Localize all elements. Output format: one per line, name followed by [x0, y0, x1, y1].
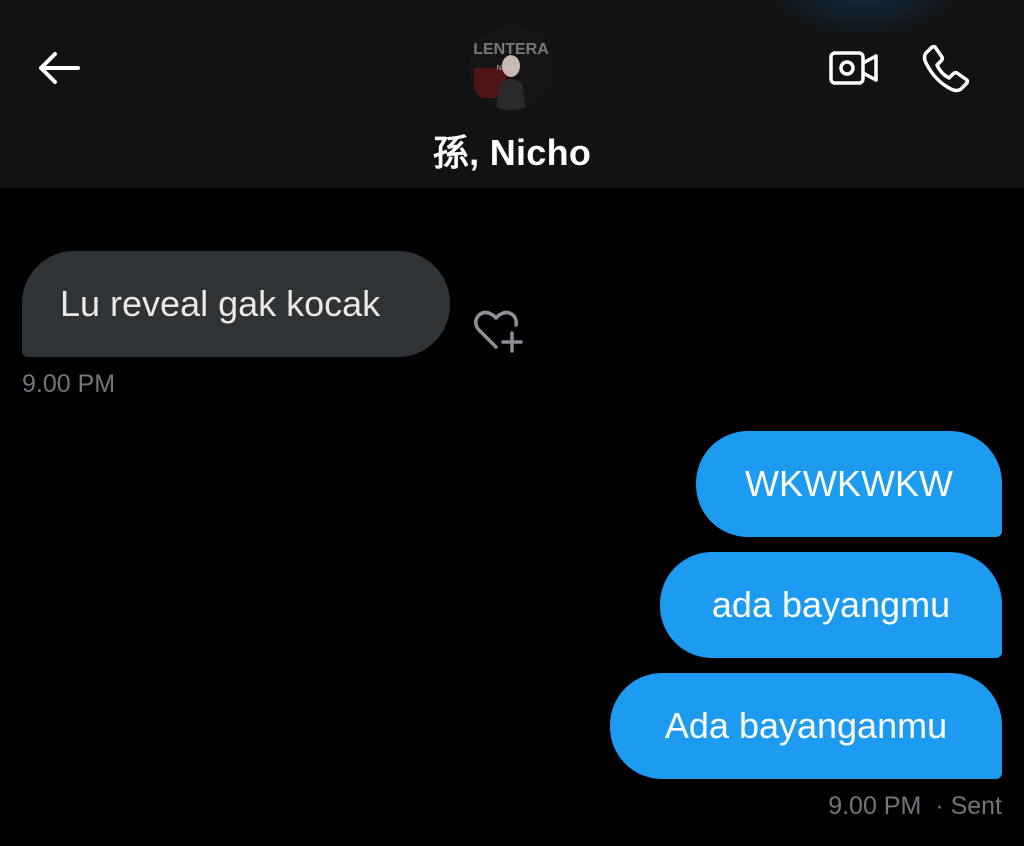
message-text: WKWKWKW [745, 463, 953, 504]
svg-text:LENTERA: LENTERA [473, 41, 549, 58]
message-timestamp: 9.00 PM [828, 792, 922, 820]
back-button[interactable] [30, 44, 86, 92]
delivery-status: · Sent [935, 792, 1002, 820]
sent-message-bubble[interactable]: Ada bayanganmu [610, 673, 1002, 779]
video-call-icon [829, 51, 878, 85]
message-text: Lu reveal gak kocak [60, 283, 381, 324]
conversation-header: LENTERA NICHO 孫, Nicho [0, 0, 1024, 188]
sent-message-meta: 9.00 PM · Sent [828, 792, 1002, 821]
heart-plus-icon [474, 310, 523, 353]
received-message-bubble[interactable]: Lu reveal gak kocak [22, 251, 450, 357]
avatar[interactable]: LENTERA NICHO [468, 24, 554, 110]
dm-conversation-screen: LENTERA NICHO 孫, Nicho Lu reveal gak koc… [0, 0, 1024, 846]
message-text: ada bayangmu [711, 584, 951, 625]
header-glow-decoration [764, 0, 964, 40]
message-text: Ada bayanganmu [664, 705, 948, 746]
phone-icon [922, 44, 970, 93]
like-message-button[interactable] [470, 305, 526, 355]
sent-message-bubble[interactable]: ada bayangmu [660, 552, 1002, 658]
sent-message-bubble[interactable]: WKWKWKW [696, 431, 1002, 537]
back-arrow-icon [39, 52, 80, 84]
contact-name[interactable]: 孫, Nicho [0, 124, 1024, 176]
voice-call-button[interactable] [916, 40, 976, 96]
message-timestamp: 9.00 PM [22, 370, 116, 398]
svg-text:NICHO: NICHO [497, 65, 520, 72]
video-call-button[interactable] [824, 44, 884, 92]
avatar-image: LENTERA NICHO [468, 24, 554, 110]
